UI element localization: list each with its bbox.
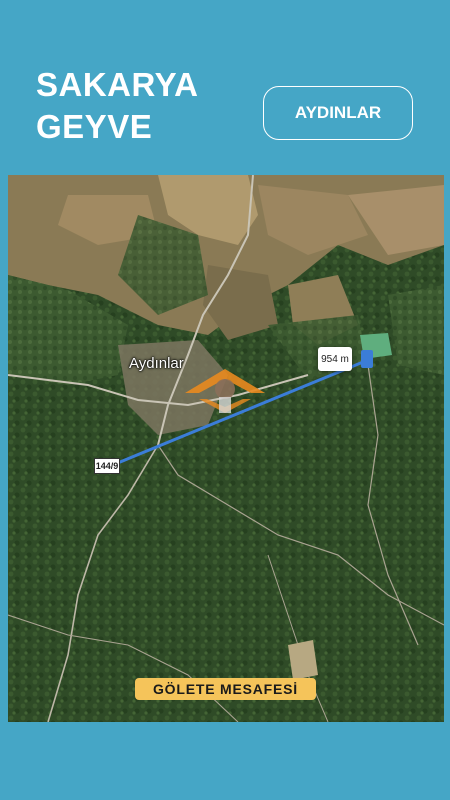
satellite-map[interactable]: Aydınlar 954 m 144/9 GÖLETE MESAFESİ [8, 175, 444, 722]
page-title: SAKARYA GEYVE [36, 64, 198, 148]
pin-marker [361, 350, 373, 368]
map-imagery [8, 175, 444, 722]
road-number-label: 144/9 [94, 458, 120, 474]
place-label-aydinlar: Aydınlar [129, 355, 184, 372]
logo-watermark-icon [185, 369, 265, 413]
title-province: SAKARYA [36, 66, 199, 103]
distance-label: 954 m [318, 347, 352, 371]
village-button[interactable]: AYDINLAR [263, 86, 413, 140]
title-district: GEYVE [36, 108, 153, 145]
map-caption: GÖLETE MESAFESİ [135, 678, 316, 700]
